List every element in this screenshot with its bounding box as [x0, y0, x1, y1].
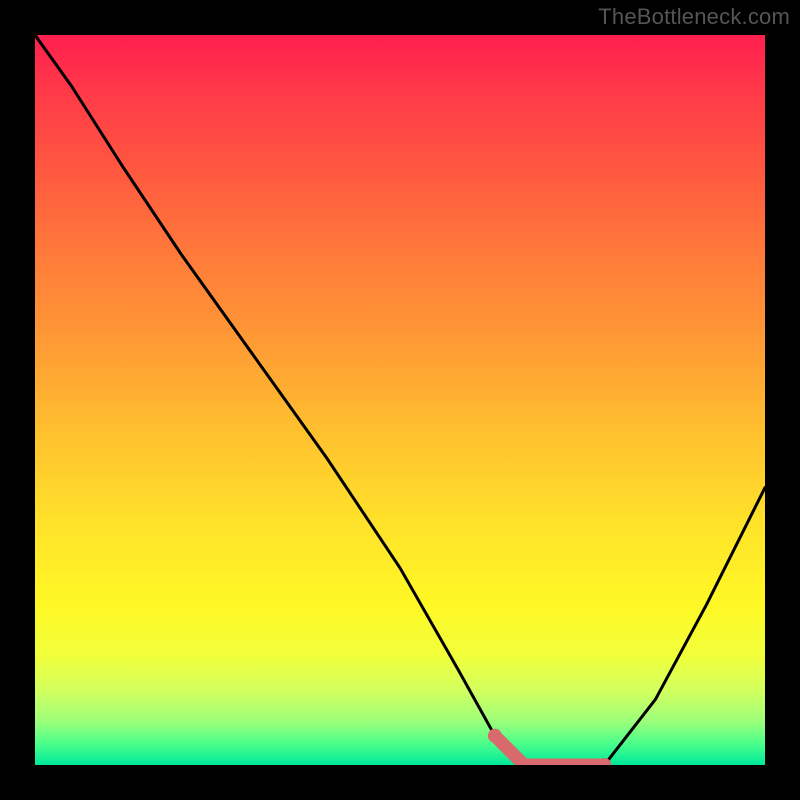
plot-area [35, 35, 765, 765]
curve-svg [35, 35, 765, 765]
chart-container: TheBottleneck.com [0, 0, 800, 800]
highlight-segment [495, 736, 605, 765]
watermark-text: TheBottleneck.com [598, 4, 790, 30]
bottleneck-curve-path [35, 35, 765, 765]
highlight-endpoint-left [488, 729, 502, 743]
